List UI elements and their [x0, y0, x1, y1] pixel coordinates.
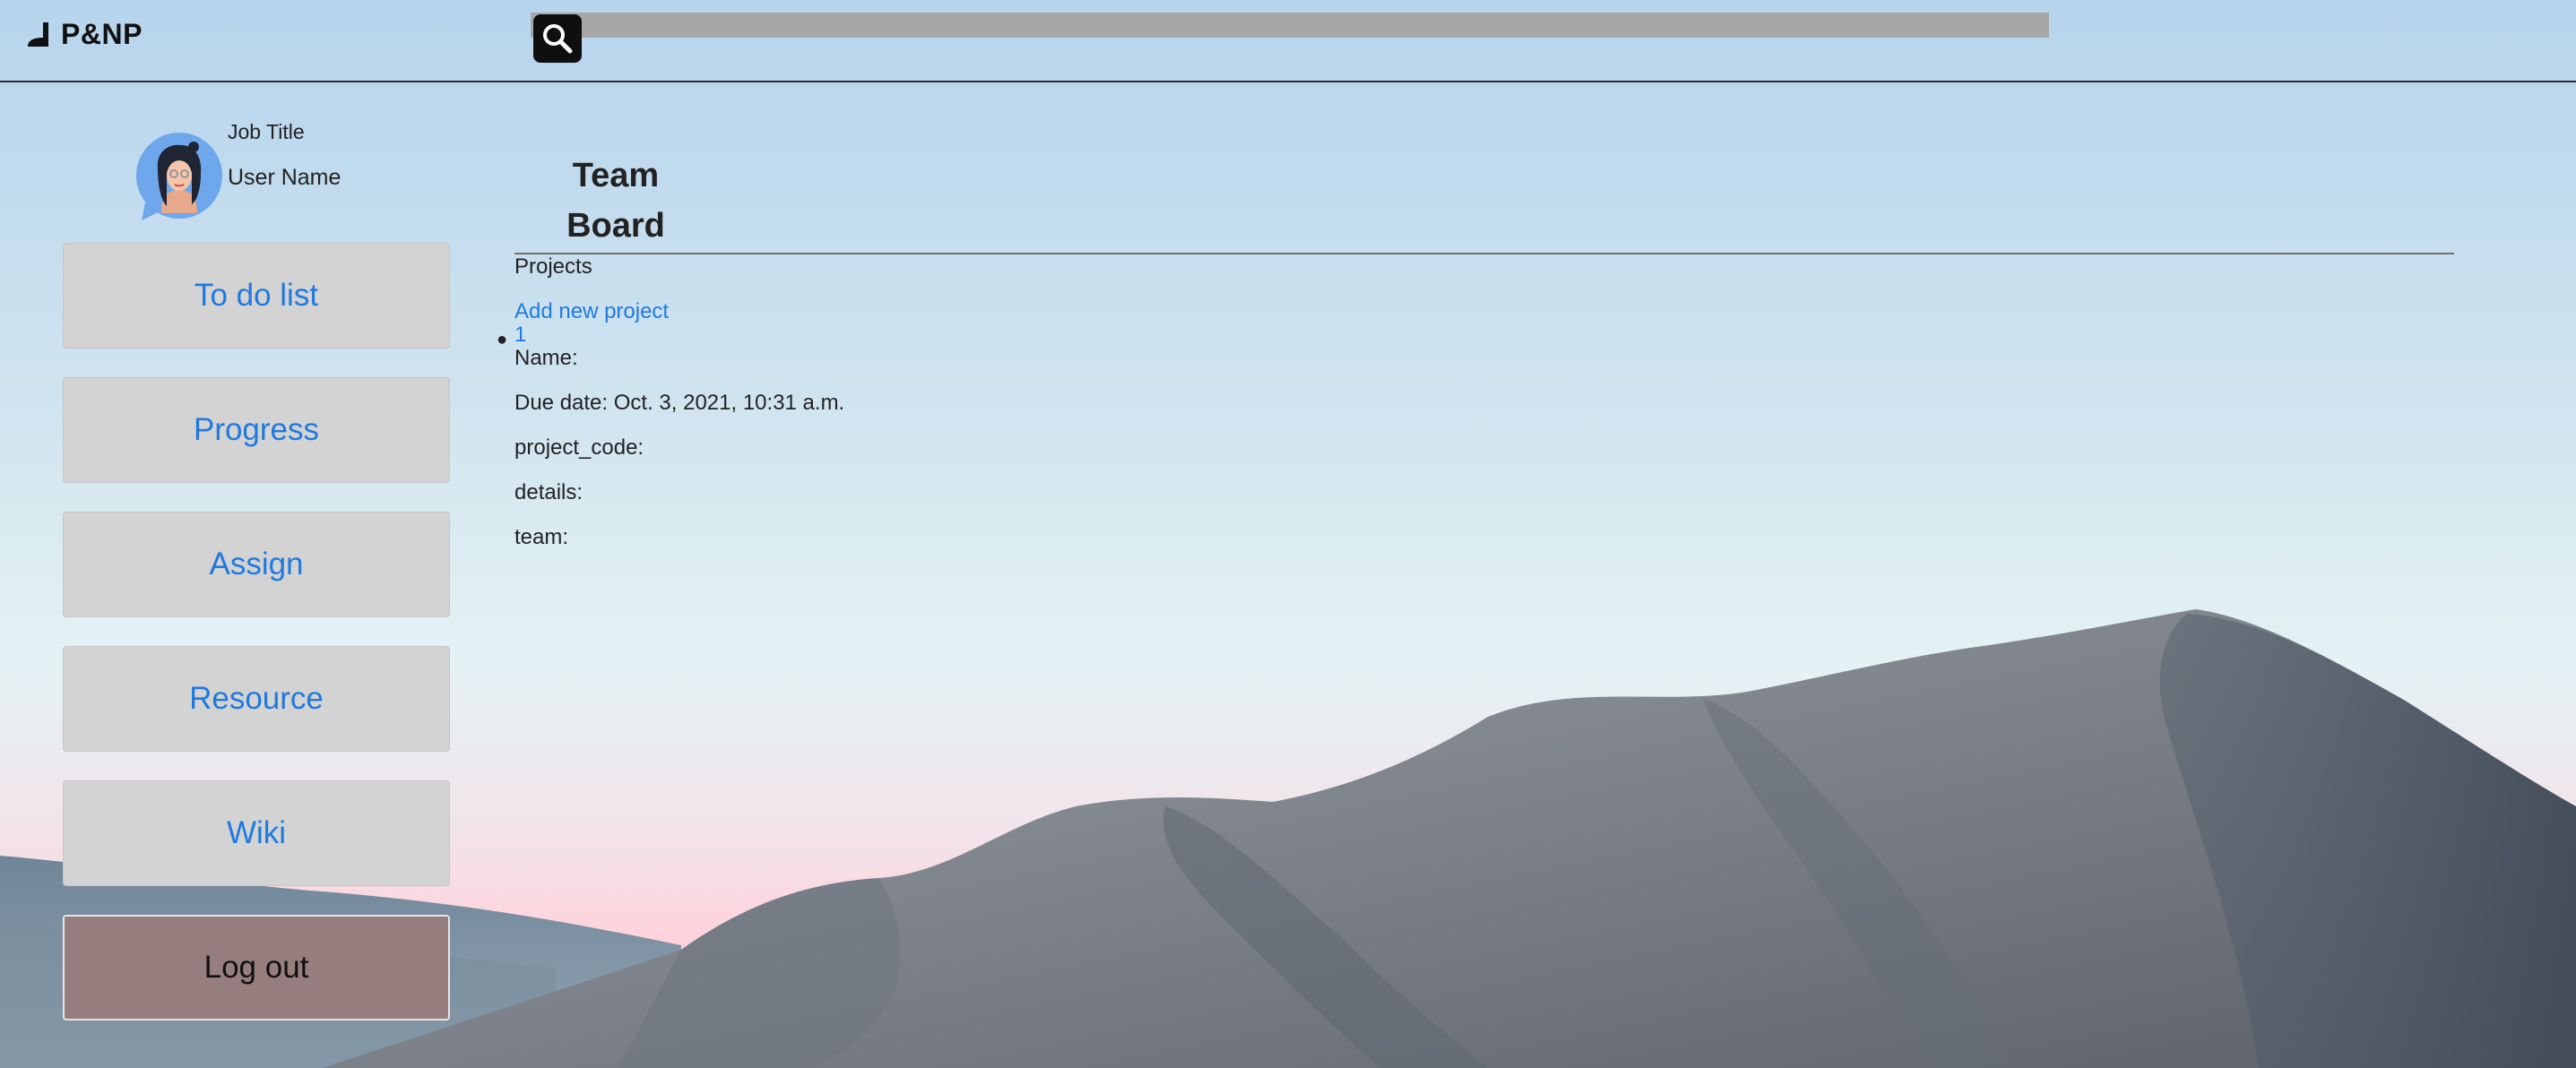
logout-button[interactable]: Log out	[63, 915, 450, 1021]
app-logo[interactable]: P&NP	[25, 18, 143, 51]
project-due-date: Due date: Oct. 3, 2021, 10:31 a.m.	[514, 391, 845, 415]
project-team: team:	[514, 525, 569, 549]
project-link[interactable]: 1	[514, 323, 526, 348]
sidebar-item-to-do-list[interactable]: To do list	[63, 243, 450, 349]
user-name: User Name	[228, 165, 341, 190]
sidebar-item-assign[interactable]: Assign	[63, 512, 450, 617]
avatar	[136, 133, 222, 220]
sidebar-item-progress[interactable]: Progress	[63, 377, 450, 483]
logo-text: P&NP	[61, 18, 143, 50]
sidebar-item-resource[interactable]: Resource	[63, 646, 450, 752]
project-code: project_code:	[514, 435, 644, 460]
search-button[interactable]	[533, 14, 582, 63]
top-navbar: P&NP	[0, 0, 2576, 82]
list-bullet: ●	[497, 330, 508, 349]
job-title: Job Title	[228, 120, 305, 143]
search-icon	[543, 24, 573, 54]
project-details: details:	[514, 480, 583, 504]
page-title-line-1: Team	[572, 157, 660, 194]
project-name: Name:	[514, 346, 578, 370]
page-title-line-2: Board	[566, 207, 665, 245]
page-title: Team Board	[514, 151, 717, 251]
search-input[interactable]	[531, 13, 2049, 38]
title-divider	[514, 253, 2454, 254]
projects-heading: Projects	[514, 254, 592, 279]
logo-icon	[28, 22, 48, 47]
sidebar-item-wiki[interactable]: Wiki	[63, 780, 450, 886]
add-new-project-link[interactable]: Add new project	[514, 299, 669, 324]
